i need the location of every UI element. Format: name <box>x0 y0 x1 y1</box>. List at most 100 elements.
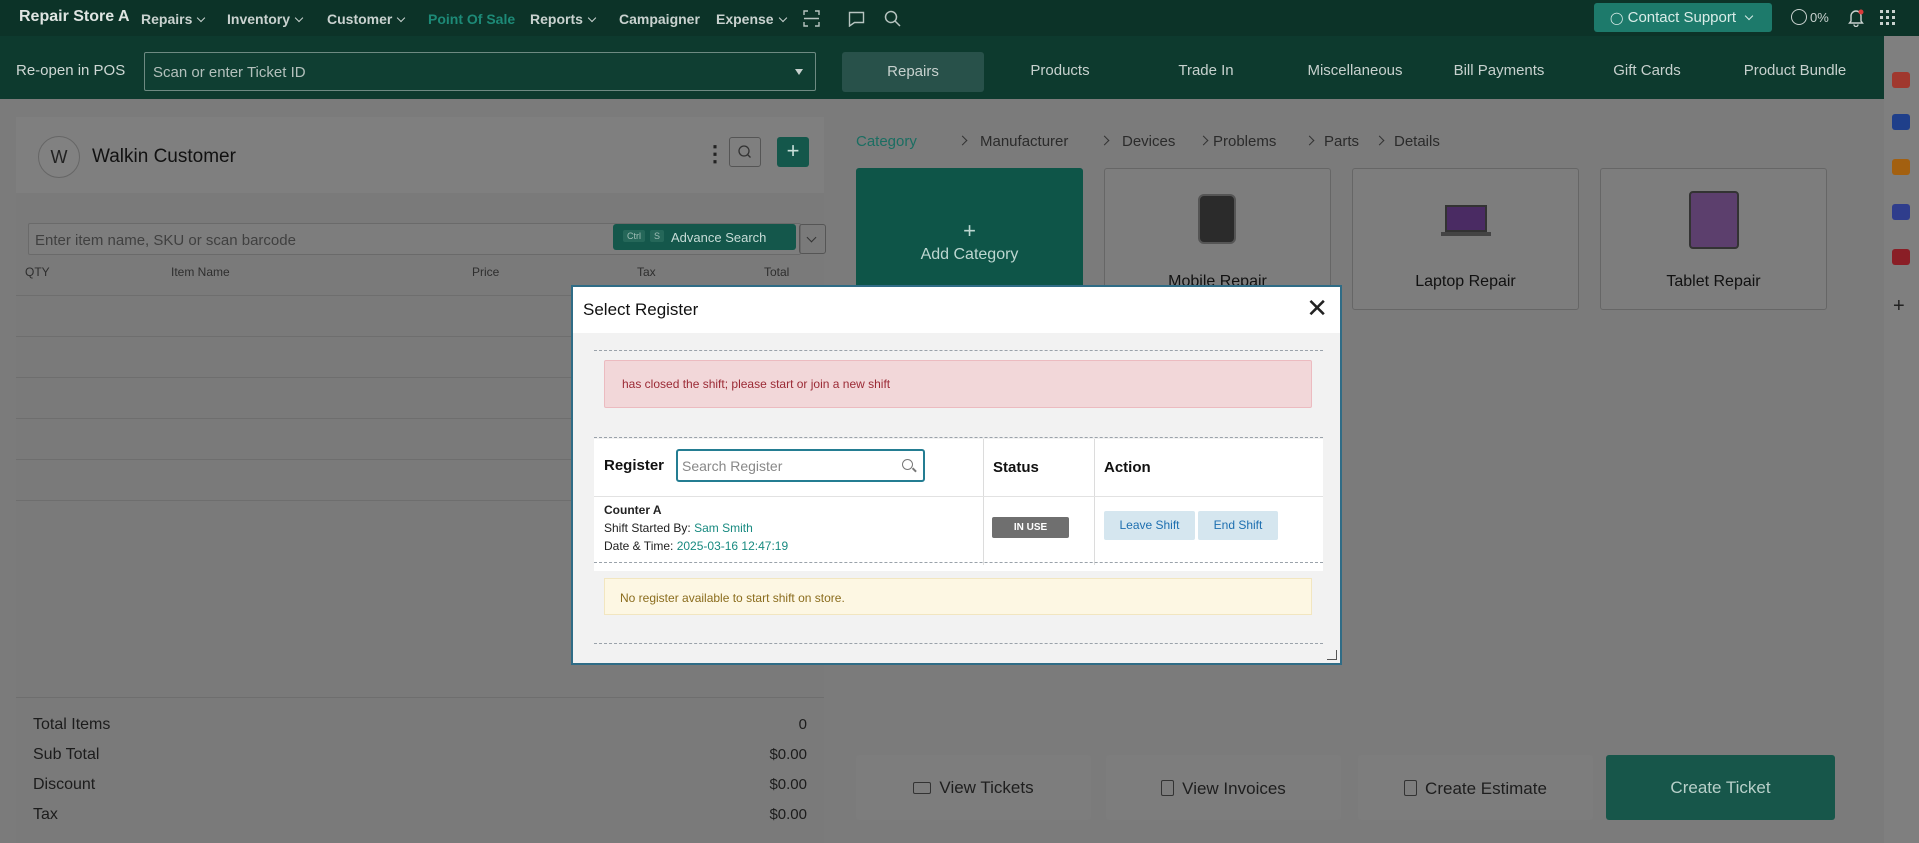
chevron-right-icon <box>1304 135 1315 146</box>
breadcrumb-manufacturer[interactable]: Manufacturer <box>980 133 1068 150</box>
laptop-base <box>1441 232 1491 236</box>
customer-search-button[interactable] <box>729 137 761 167</box>
advance-search-button[interactable]: Ctrl S Advance Search <box>613 224 796 250</box>
status-badge: IN USE <box>992 517 1069 538</box>
ticket-id-input[interactable]: Scan or enter Ticket ID <box>144 52 816 91</box>
divider <box>594 496 1323 497</box>
customer-name[interactable]: Walkin Customer <box>92 146 236 168</box>
more-options-icon[interactable]: ⋮ <box>704 141 726 167</box>
search-register-input[interactable]: Search Register <box>676 449 925 482</box>
summary-label: Total Items <box>33 716 111 733</box>
chevron-right-icon <box>957 135 968 146</box>
chevron-down-icon <box>587 13 597 23</box>
search-icon <box>738 145 751 158</box>
chevron-down-icon <box>397 13 406 23</box>
divider <box>983 439 984 565</box>
top-navbar: Repair Store A Repairs Inventory Custome… <box>0 0 1919 36</box>
nav-repairs[interactable]: Repairs <box>141 11 206 27</box>
register-name: Counter A <box>604 503 662 517</box>
view-tickets-button[interactable]: View Tickets <box>856 755 1091 820</box>
search-icon <box>902 459 913 470</box>
tab-gift-cards[interactable]: Gift Cards <box>1612 62 1682 79</box>
chevron-down-icon <box>778 13 787 23</box>
col-tax: Tax <box>637 265 656 279</box>
breadcrumb-details[interactable]: Details <box>1394 133 1440 150</box>
nav-inventory[interactable]: Inventory <box>227 11 304 27</box>
breadcrumb-problems[interactable]: Problems <box>1213 133 1276 150</box>
summary-label: Sub Total <box>33 746 100 763</box>
tax-value: $0.00 <box>769 806 807 823</box>
col-price: Price <box>472 265 500 279</box>
nav-reports[interactable]: Reports <box>530 11 597 27</box>
view-invoices-button[interactable]: View Invoices <box>1106 755 1341 820</box>
avatar: W <box>38 136 80 178</box>
chevron-right-icon <box>1374 135 1385 146</box>
nav-point-of-sale[interactable]: Point Of Sale <box>428 11 515 27</box>
puzzle-icon[interactable] <box>1892 204 1910 220</box>
category-card-tablet-repair[interactable]: Tablet Repair <box>1600 168 1827 310</box>
dialog-title: Select Register <box>583 300 699 319</box>
notes-icon[interactable] <box>1892 159 1910 175</box>
total-items-value: 0 <box>798 716 807 733</box>
create-estimate-button[interactable]: Create Estimate <box>1358 755 1593 820</box>
divider <box>16 697 824 698</box>
tab-repairs[interactable]: Repairs <box>842 52 984 92</box>
headset-icon: ◯ <box>1610 11 1624 25</box>
kbd-s: S <box>650 230 665 242</box>
chevron-right-icon <box>1198 135 1209 146</box>
shift-closed-alert: has closed the shift; please start or jo… <box>604 360 1312 408</box>
close-icon[interactable]: ✕ <box>1306 295 1328 321</box>
tab-product-bundle[interactable]: Product Bundle <box>1740 62 1850 79</box>
col-register: Register <box>604 457 665 474</box>
chat-icon[interactable] <box>848 11 865 27</box>
search-options-dropdown[interactable] <box>799 224 826 254</box>
nav-campaigner[interactable]: Campaigner <box>619 11 700 27</box>
divider <box>594 350 1323 351</box>
shift-datetime: Date & Time: 2025-03-16 12:47:19 <box>604 539 789 553</box>
tab-trade-in[interactable]: Trade In <box>1178 62 1234 79</box>
subtotal-value: $0.00 <box>769 746 807 763</box>
add-customer-button[interactable]: + <box>777 137 809 167</box>
leave-shift-button[interactable]: Leave Shift <box>1104 511 1195 540</box>
category-card-laptop-repair[interactable]: Laptop Repair <box>1352 168 1579 310</box>
chat-bubbles-icon[interactable] <box>1892 114 1910 130</box>
nav-customer[interactable]: Customer <box>327 11 406 27</box>
nav-expense[interactable]: Expense <box>716 11 787 27</box>
divider <box>594 562 1323 563</box>
breadcrumb-category[interactable]: Category <box>856 133 917 150</box>
progress-percent: 0% <box>1810 10 1829 25</box>
contact-support-button[interactable]: ◯ Contact Support <box>1594 3 1772 32</box>
end-shift-button[interactable]: End Shift <box>1198 511 1278 540</box>
summary-label: Discount <box>33 776 96 793</box>
scan-icon[interactable] <box>803 10 820 27</box>
tab-miscellaneous[interactable]: Miscellaneous <box>1305 62 1405 79</box>
search-icon[interactable] <box>884 10 902 28</box>
chevron-right-icon <box>1099 135 1110 146</box>
divider <box>594 643 1323 644</box>
shift-started-by: Shift Started By: Sam Smith <box>604 521 753 535</box>
breadcrumb-devices[interactable]: Devices <box>1122 133 1175 150</box>
create-ticket-button[interactable]: Create Ticket <box>1606 755 1835 820</box>
add-icon[interactable]: + <box>1893 295 1905 318</box>
breadcrumb-parts[interactable]: Parts <box>1324 133 1359 150</box>
tablet-icon <box>1689 191 1739 249</box>
discount-value: $0.00 <box>769 776 807 793</box>
card-icon[interactable] <box>1892 249 1910 265</box>
select-register-dialog: Select Register ✕ has closed the shift; … <box>571 285 1342 665</box>
progress-ring-icon <box>1791 9 1807 25</box>
ticket-icon <box>913 782 932 794</box>
store-name[interactable]: Repair Store A <box>19 8 130 26</box>
caret-down-icon <box>795 69 803 75</box>
invoice-icon <box>1161 780 1175 796</box>
bell-icon[interactable] <box>1848 9 1864 27</box>
tab-products[interactable]: Products <box>1030 62 1090 79</box>
col-qty: QTY <box>25 265 50 279</box>
resize-handle-icon[interactable] <box>1327 650 1337 660</box>
apps-grid-icon[interactable] <box>1880 10 1896 26</box>
tab-bill-payments[interactable]: Bill Payments <box>1453 62 1545 79</box>
divider <box>594 437 1323 438</box>
col-total: Total <box>764 265 790 279</box>
toolbox-icon[interactable] <box>1892 72 1910 88</box>
divider <box>1094 439 1095 565</box>
chevron-down-icon <box>197 13 206 23</box>
